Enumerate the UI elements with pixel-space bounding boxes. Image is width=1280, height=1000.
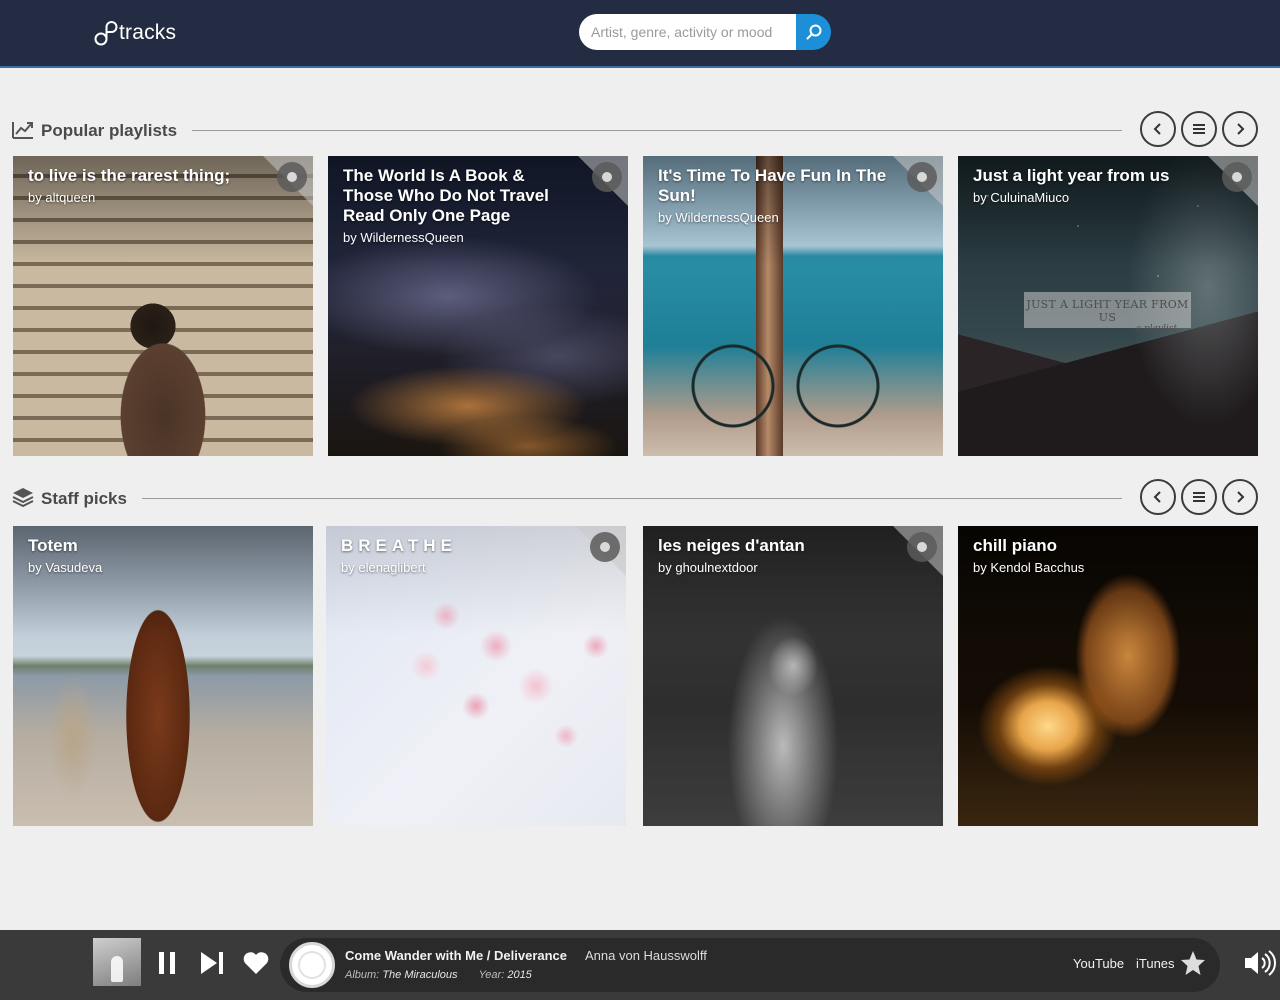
- search-icon: [806, 24, 821, 40]
- like-button[interactable]: [241, 948, 271, 978]
- section-title: Staff picks: [41, 489, 127, 508]
- list-icon: [1193, 124, 1205, 134]
- top-bar: tracks: [0, 0, 1280, 68]
- now-playing-panel: Come Wander with Me / Deliverance Anna v…: [280, 938, 1220, 992]
- staff-picks-header: Staff picks: [12, 478, 1258, 518]
- progress-disc[interactable]: [289, 942, 335, 988]
- playlist-author: by CuluinaMiuco: [973, 190, 1070, 205]
- play-disc-icon[interactable]: [1222, 162, 1252, 192]
- pause-button[interactable]: [152, 948, 182, 978]
- list-icon: [1193, 492, 1205, 502]
- playlist-card[interactable]: JUST A LIGHT YEAR FROM US a playlist Jus…: [958, 156, 1258, 456]
- section-divider: [192, 130, 1122, 131]
- playlist-author: by ghoulnextdoor: [658, 560, 758, 575]
- play-disc-icon[interactable]: [907, 162, 937, 192]
- play-disc-icon[interactable]: [590, 532, 620, 562]
- chevron-left-icon: [1153, 491, 1161, 503]
- pause-icon: [159, 952, 175, 974]
- itunes-link[interactable]: iTunes: [1136, 956, 1175, 971]
- playlist-card[interactable]: les neiges d'antan by ghoulnextdoor: [643, 526, 943, 826]
- volume-icon[interactable]: [1242, 948, 1276, 978]
- chevron-right-icon: [1237, 491, 1245, 503]
- search-button[interactable]: [796, 14, 831, 50]
- playlist-title: Totem by Vasudeva: [28, 536, 258, 576]
- play-disc-icon[interactable]: [907, 532, 937, 562]
- previous-button[interactable]: [1140, 111, 1176, 147]
- playlist-title: Just a light year from us by CuluinaMiuco: [973, 166, 1203, 206]
- view-all-button[interactable]: [1181, 479, 1217, 515]
- album-name[interactable]: The Miraculous: [382, 969, 457, 981]
- section-title: Popular playlists: [41, 121, 178, 140]
- search-bar: [579, 14, 831, 50]
- playlist-title: chill piano by Kendol Bacchus: [973, 536, 1203, 576]
- playlist-card[interactable]: It's Time To Have Fun In The Sun! by Wild…: [643, 156, 943, 456]
- track-meta: Album: The Miraculous Year: 2015: [345, 969, 532, 981]
- star-icon[interactable]: [1180, 950, 1206, 976]
- playlist-title: to live is the rarest thing; by altqueen: [28, 166, 258, 206]
- next-button[interactable]: [1222, 111, 1258, 147]
- chevron-left-icon: [1153, 123, 1161, 135]
- previous-button[interactable]: [1140, 479, 1176, 515]
- playlist-title: The World Is A Book & Those Who Do Not T…: [343, 166, 573, 246]
- overlay-banner: JUST A LIGHT YEAR FROM US a playlist: [1024, 292, 1191, 334]
- music-player: Come Wander with Me / Deliverance Anna v…: [0, 930, 1280, 1000]
- playlist-author: by Vasudeva: [28, 560, 103, 575]
- chevron-right-icon: [1237, 123, 1245, 135]
- track-artist[interactable]: Anna von Hausswolff: [585, 948, 707, 963]
- playlist-card[interactable]: The World Is A Book & Those Who Do Not T…: [328, 156, 628, 456]
- playlist-author: by elenaglibert: [341, 560, 426, 575]
- year: 2015: [507, 969, 532, 981]
- playlist-title: BREATHE by elenaglibert: [341, 536, 571, 576]
- playlist-card[interactable]: chill piano by Kendol Bacchus: [958, 526, 1258, 826]
- section-divider: [142, 498, 1122, 499]
- logo-text: tracks: [119, 21, 177, 44]
- popular-playlists-header: Popular playlists: [12, 110, 1258, 150]
- logo[interactable]: tracks: [94, 20, 176, 46]
- heart-icon: [243, 952, 269, 974]
- playlist-author: by WildernessQueen: [658, 210, 779, 225]
- search-input[interactable]: [579, 14, 797, 50]
- skip-next-icon: [201, 952, 223, 974]
- play-disc-icon[interactable]: [592, 162, 622, 192]
- trending-icon: [12, 122, 33, 139]
- next-track-button[interactable]: [197, 948, 227, 978]
- logo-mark-icon: [94, 21, 118, 46]
- next-button[interactable]: [1222, 479, 1258, 515]
- playlist-author: by altqueen: [28, 190, 96, 205]
- playlist-author: by Kendol Bacchus: [973, 560, 1085, 575]
- play-disc-icon[interactable]: [277, 162, 307, 192]
- album-art[interactable]: [93, 938, 141, 986]
- playlist-title: les neiges d'antan by ghoulnextdoor: [658, 536, 888, 576]
- playlist-title: It's Time To Have Fun In The Sun! by Wild…: [658, 166, 887, 225]
- view-all-button[interactable]: [1181, 111, 1217, 147]
- playlist-card[interactable]: BREATHE by elenaglibert: [326, 526, 626, 826]
- layers-icon: [12, 488, 34, 508]
- youtube-link[interactable]: YouTube: [1073, 956, 1124, 971]
- playlist-author: by WildernessQueen: [343, 230, 464, 245]
- track-title[interactable]: Come Wander with Me / Deliverance: [345, 948, 567, 963]
- playlist-card[interactable]: to live is the rarest thing; by altqueen: [13, 156, 313, 456]
- playlist-card[interactable]: Totem by Vasudeva: [13, 526, 313, 826]
